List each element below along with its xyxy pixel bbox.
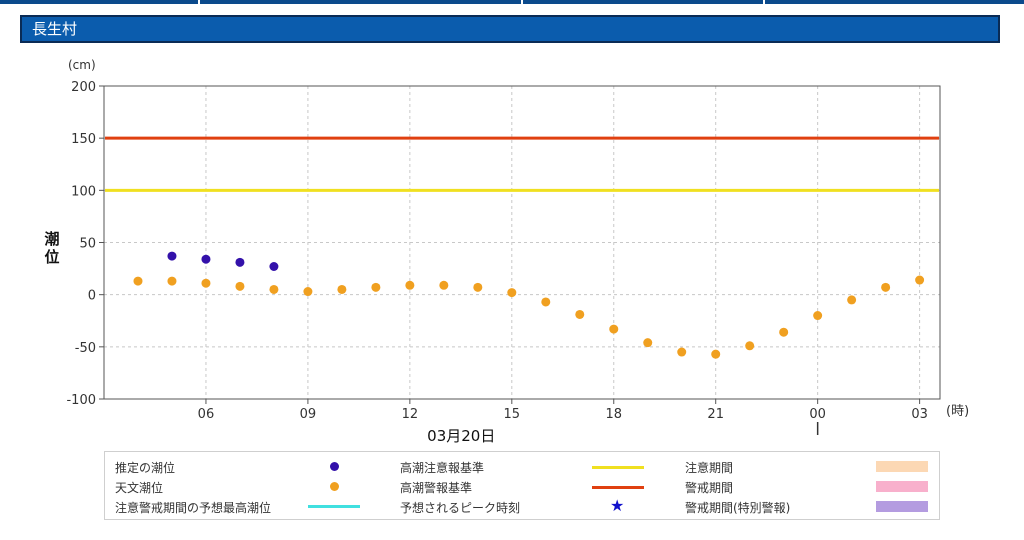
legend-label-astronomical: 天文潮位	[115, 481, 164, 495]
data-point	[643, 338, 653, 348]
data-point	[677, 347, 687, 357]
x-tick-label: 15	[504, 407, 521, 422]
data-point	[371, 282, 381, 292]
data-point	[609, 324, 619, 334]
nav-divider	[763, 0, 765, 4]
nav-divider	[198, 0, 200, 4]
y-tick-label: 50	[79, 237, 96, 252]
x-tick-label: 03	[911, 407, 928, 422]
legend-swatch-predicted-max	[308, 505, 360, 508]
data-point	[167, 276, 177, 286]
data-point	[881, 282, 891, 292]
legend-swatch-estimated	[330, 462, 339, 471]
data-point	[541, 297, 551, 307]
data-point	[269, 261, 279, 271]
data-point	[235, 281, 245, 291]
chart-legend: 推定の潮位 天文潮位 注意警戒期間の予想最高潮位 高潮注意報基準 高潮警報基準 …	[104, 451, 940, 520]
station-title-bar: 長生村	[20, 15, 1000, 43]
x-tick-label: 12	[402, 407, 419, 422]
legend-swatch-special-warning-period	[876, 501, 928, 512]
data-point	[745, 341, 755, 351]
data-point	[201, 278, 211, 288]
date-label: 03月20日	[427, 427, 495, 445]
legend-label-peak-time: 予想されるピーク時刻	[400, 501, 521, 515]
nav-divider	[521, 0, 523, 4]
data-point	[507, 288, 517, 298]
y-tick-label: -50	[75, 341, 96, 356]
legend-swatch-advisory-std	[592, 466, 644, 469]
data-point	[779, 327, 789, 337]
top-navigation-bar	[0, 0, 1024, 4]
legend-label-advisory-period: 注意期間	[685, 461, 734, 475]
y-tick-label: -100	[66, 393, 96, 408]
data-point	[439, 280, 449, 290]
data-point	[133, 276, 143, 286]
station-name: 長生村	[32, 20, 78, 38]
data-point	[167, 251, 177, 261]
legend-swatch-astronomical	[330, 482, 339, 491]
legend-label-special-warning-period: 警戒期間(特別警報)	[685, 501, 791, 515]
x-tick-label: 06	[198, 407, 215, 422]
data-point	[915, 275, 925, 285]
legend-label-estimated: 推定の潮位	[115, 461, 176, 475]
data-point	[201, 254, 211, 264]
data-point	[235, 257, 245, 267]
y-unit-label: (cm)	[68, 58, 96, 72]
data-point	[813, 311, 823, 321]
x-tick-label: 09	[300, 407, 317, 422]
x-tick-label: 00	[809, 407, 826, 422]
y-axis-label-char: 潮	[44, 230, 59, 248]
legend-label-warning-std: 高潮警報基準	[400, 481, 473, 495]
data-point	[405, 280, 415, 290]
data-point	[711, 349, 721, 359]
data-point	[473, 282, 483, 292]
legend-swatch-warning-period	[876, 481, 928, 492]
legend-label-predicted-max: 注意警戒期間の予想最高潮位	[115, 501, 272, 515]
legend-label-warning-period: 警戒期間	[685, 481, 734, 495]
legend-swatch-advisory-period	[876, 461, 928, 472]
legend-swatch-warning-std	[592, 486, 644, 489]
legend-star-icon: ★	[610, 496, 625, 515]
data-point	[303, 287, 313, 297]
y-tick-label: 200	[71, 80, 96, 95]
x-tick-label: 18	[605, 407, 622, 422]
data-point	[269, 284, 279, 294]
data-point	[847, 295, 857, 305]
y-tick-label: 150	[71, 132, 96, 147]
data-point	[337, 284, 347, 294]
data-point	[575, 309, 585, 319]
x-tick-label: 21	[707, 407, 724, 422]
x-unit-label: (時)	[946, 404, 969, 419]
legend-label-advisory-std: 高潮注意報基準	[400, 461, 485, 475]
y-axis-label-char: 位	[44, 248, 59, 266]
tide-chart: 200 150 100 50 0 -50 -100 06 09 12 15 18 21 00 03 (cm) (…	[44, 58, 969, 445]
y-tick-label: 100	[71, 184, 96, 199]
y-tick-label: 0	[88, 289, 96, 304]
